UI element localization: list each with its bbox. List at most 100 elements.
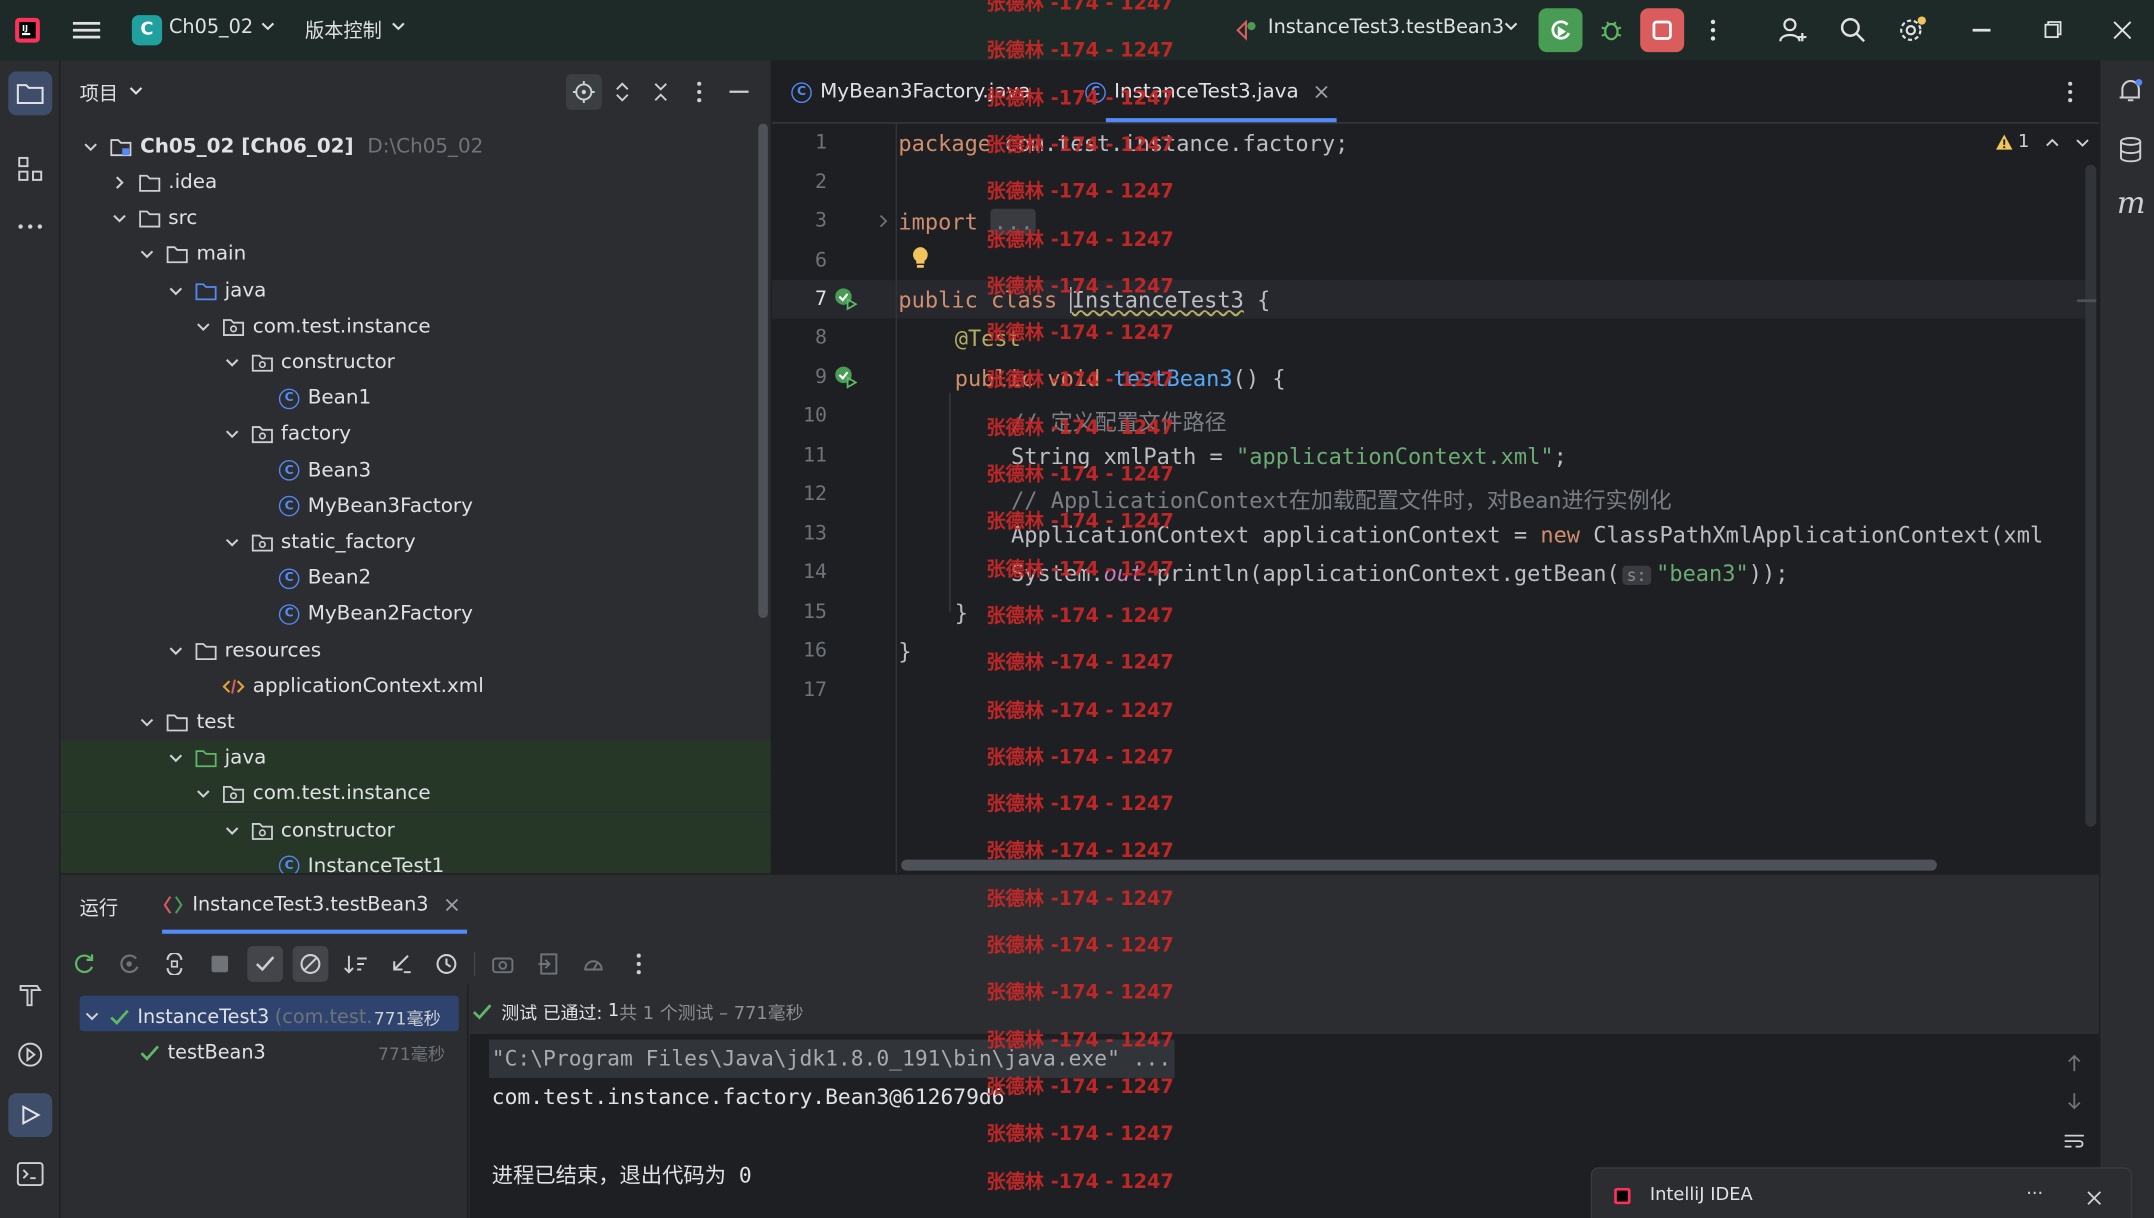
maven-icon[interactable]: m bbox=[2117, 187, 2146, 221]
structure-icon[interactable] bbox=[12, 151, 48, 187]
tree-item[interactable]: C MyBean3Factory bbox=[60, 489, 770, 525]
history-icon[interactable] bbox=[429, 946, 465, 982]
tree-item[interactable]: C InstanceTest1 bbox=[60, 848, 771, 874]
rerun-failed-icon[interactable] bbox=[111, 946, 147, 982]
scroll-down-icon[interactable] bbox=[2066, 1092, 2082, 1111]
test-method-row[interactable]: testBean3 771毫秒 bbox=[140, 1040, 445, 1066]
tree-item[interactable]: com.test.instance bbox=[60, 776, 771, 813]
import-tests-icon[interactable] bbox=[530, 946, 566, 982]
watermark-text: 张德林 -174 - 1247 bbox=[986, 1123, 1174, 1146]
tree-item[interactable]: constructor bbox=[60, 345, 770, 381]
panel-options-icon[interactable] bbox=[681, 74, 717, 110]
services-icon[interactable] bbox=[12, 1037, 48, 1073]
add-user-icon[interactable] bbox=[1775, 12, 1811, 48]
notification-popup[interactable]: IntelliJ IDEA ··· bbox=[1590, 1167, 2132, 1218]
test-class-row[interactable]: InstanceTest3 (com.test.ir 771毫秒 bbox=[85, 1004, 441, 1030]
tree-item[interactable]: constructor bbox=[60, 812, 771, 849]
project-badge[interactable]: C bbox=[131, 15, 163, 46]
tree-item-label: com.test.instance bbox=[252, 783, 431, 806]
run-options-icon[interactable] bbox=[621, 946, 657, 982]
tree-item[interactable]: static_factory bbox=[60, 525, 770, 561]
minimize-button[interactable] bbox=[1972, 28, 1991, 31]
close-window-button[interactable] bbox=[2113, 21, 2132, 40]
tree-item[interactable]: resources bbox=[60, 632, 770, 668]
intellij-logo: IJ bbox=[14, 16, 41, 43]
fold-chevron-icon[interactable] bbox=[876, 214, 890, 228]
tree-item[interactable]: .idea bbox=[60, 165, 770, 201]
close-notification-icon[interactable] bbox=[2087, 1191, 2102, 1206]
tree-item[interactable]: C Bean3 bbox=[60, 453, 770, 489]
more-tools-icon[interactable] bbox=[12, 209, 48, 245]
search-icon[interactable] bbox=[1835, 12, 1871, 48]
tree-item[interactable]: C MyBean2Factory bbox=[60, 597, 770, 633]
class-icon: C bbox=[278, 855, 308, 874]
right-tool-strip: m bbox=[2099, 60, 2154, 1218]
soft-wrap-icon[interactable] bbox=[2063, 1133, 2085, 1149]
project-panel-title[interactable]: 项目 bbox=[80, 80, 118, 107]
run-tab[interactable]: InstanceTest3.testBean3 bbox=[162, 894, 459, 916]
tree-scrollbar[interactable] bbox=[758, 123, 768, 618]
watermark-text: 张德林 -174 - 1247 bbox=[986, 605, 1174, 628]
build-hammer-icon[interactable] bbox=[12, 976, 48, 1012]
notification-more-button[interactable]: ··· bbox=[2026, 1184, 2043, 1205]
tab-options-icon[interactable] bbox=[2067, 81, 2073, 103]
project-switcher[interactable]: Ch05_02 bbox=[169, 16, 253, 38]
vcs-menu[interactable]: 版本控制 bbox=[305, 16, 382, 43]
line-number: 3 bbox=[814, 210, 827, 233]
screenshot-icon[interactable] bbox=[485, 946, 521, 982]
editor-vscrollbar[interactable] bbox=[2085, 164, 2097, 827]
tree-item[interactable]: C Bean1 bbox=[60, 381, 770, 417]
tree-item[interactable]: C Bean2 bbox=[60, 561, 770, 597]
param-hint: s: bbox=[1622, 565, 1651, 585]
line-number: 7 bbox=[814, 288, 827, 311]
lightbulb-icon[interactable] bbox=[911, 246, 930, 271]
toggle-auto-test-icon[interactable] bbox=[157, 946, 193, 982]
show-passed-icon[interactable] bbox=[247, 946, 283, 982]
close-tab-icon[interactable] bbox=[445, 898, 459, 912]
class-icon: C bbox=[278, 388, 308, 409]
stop-button[interactable] bbox=[1640, 8, 1685, 53]
tree-item[interactable]: applicationContext.xml bbox=[60, 668, 770, 704]
project-tool-icon[interactable] bbox=[8, 71, 53, 116]
show-ignored-icon[interactable] bbox=[292, 946, 329, 982]
run-config-selector[interactable]: InstanceTest3.testBean3 bbox=[1268, 16, 1504, 38]
run-tool-icon[interactable] bbox=[8, 1093, 53, 1138]
tree-item[interactable]: main bbox=[60, 237, 770, 273]
debug-icon[interactable] bbox=[1593, 12, 1629, 48]
tree-item[interactable]: factory bbox=[60, 417, 770, 453]
close-tab-icon[interactable] bbox=[1315, 85, 1329, 99]
terminal-icon[interactable] bbox=[12, 1156, 48, 1192]
tree-item[interactable]: test bbox=[60, 704, 770, 740]
notifications-bell-icon[interactable] bbox=[2113, 73, 2149, 109]
scroll-up-icon[interactable] bbox=[2066, 1053, 2082, 1072]
database-icon[interactable] bbox=[2113, 132, 2149, 168]
chevron-down-icon bbox=[1504, 22, 1518, 33]
tree-root[interactable]: Ch05_02 [Ch06_02] D:\Ch05_02 bbox=[60, 129, 770, 165]
inspection-widget[interactable]: 1 bbox=[1995, 132, 2090, 152]
settings-gear-icon[interactable] bbox=[1894, 12, 1930, 48]
rerun-button[interactable] bbox=[1538, 8, 1583, 53]
run-test-method-icon[interactable] bbox=[832, 364, 858, 389]
run-tab-label: InstanceTest3.testBean3 bbox=[192, 893, 429, 916]
tree-item[interactable]: java bbox=[60, 273, 770, 309]
locate-file-icon[interactable] bbox=[565, 74, 602, 110]
main-menu-icon[interactable] bbox=[69, 12, 105, 48]
rerun-icon[interactable] bbox=[66, 946, 102, 982]
expand-all-icon[interactable] bbox=[604, 74, 640, 110]
tree-item[interactable]: com.test.instance bbox=[60, 309, 770, 345]
tree-item-label: Bean3 bbox=[307, 459, 372, 482]
watermark-text: 张德林 -174 - 1247 bbox=[986, 1076, 1174, 1099]
tree-item[interactable]: src bbox=[60, 201, 770, 237]
hide-panel-icon[interactable] bbox=[721, 74, 757, 110]
collapse-tree-icon[interactable] bbox=[383, 946, 419, 982]
sort-icon[interactable] bbox=[338, 946, 374, 982]
collapse-all-icon[interactable] bbox=[643, 74, 679, 110]
run-test-class-icon[interactable] bbox=[832, 286, 858, 311]
module-folder-icon bbox=[110, 139, 132, 157]
restore-button[interactable] bbox=[2044, 21, 2062, 39]
coverage-icon[interactable] bbox=[576, 946, 612, 982]
more-actions-icon[interactable] bbox=[1695, 12, 1731, 48]
stop-icon[interactable] bbox=[202, 946, 238, 982]
class-icon: C bbox=[278, 604, 308, 625]
tree-item[interactable]: java bbox=[60, 740, 771, 777]
